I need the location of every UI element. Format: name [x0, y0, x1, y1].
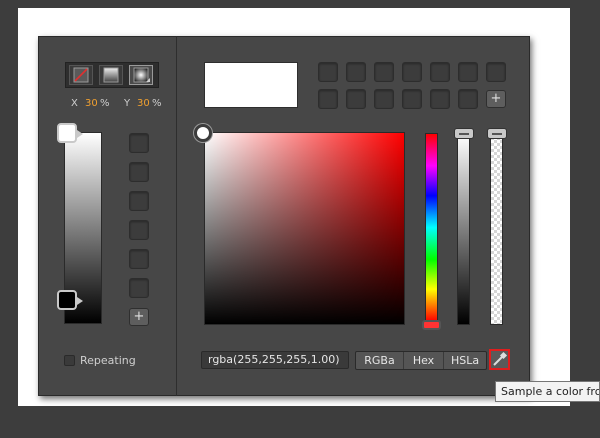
no-gradient-button[interactable] — [69, 65, 93, 85]
luminance-slider-handle[interactable] — [454, 128, 474, 139]
x-value[interactable]: 30 — [85, 98, 98, 109]
swatch-slot[interactable] — [430, 62, 450, 82]
y-unit: % — [152, 98, 162, 109]
swatch-slot[interactable] — [458, 89, 478, 109]
repeating-label: Repeating — [80, 354, 136, 367]
radial-gradient-icon — [133, 67, 150, 83]
add-swatch-button[interactable]: + — [486, 90, 506, 108]
mode-rgba-button[interactable]: RGBa — [356, 352, 404, 369]
swatch-slot[interactable] — [402, 89, 422, 109]
mode-hsla-button[interactable]: HSLa — [444, 352, 486, 369]
eyedropper-icon — [493, 351, 508, 366]
swatch-slot[interactable] — [458, 62, 478, 82]
y-label: Y — [124, 98, 131, 109]
plus-icon: + — [133, 309, 145, 324]
swatch-slot[interactable] — [430, 89, 450, 109]
gradient-type-group — [65, 62, 159, 88]
gradient-stop-start[interactable] — [57, 123, 83, 143]
hue-slider[interactable] — [425, 133, 438, 322]
color-value-input[interactable]: rgba(255,255,255,1.00) — [201, 351, 349, 369]
color-mode-switch: RGBa Hex HSLa — [355, 351, 487, 370]
swatch-slot[interactable] — [129, 133, 149, 153]
swatch-slot[interactable] — [374, 89, 394, 109]
swatch-slot[interactable] — [486, 62, 506, 82]
x-unit: % — [100, 98, 110, 109]
swatch-slot[interactable] — [129, 191, 149, 211]
swatch-slot[interactable] — [402, 62, 422, 82]
eyedropper-button[interactable] — [489, 349, 510, 370]
swatch-slot[interactable] — [374, 62, 394, 82]
alpha-slider-handle[interactable] — [487, 128, 507, 139]
linear-gradient-icon — [103, 67, 119, 83]
swatch-slot[interactable] — [318, 89, 338, 109]
swatch-slot[interactable] — [129, 249, 149, 269]
panel-divider — [176, 36, 177, 396]
y-value[interactable]: 30 — [137, 98, 150, 109]
sv-picker-knob[interactable] — [194, 124, 212, 142]
linear-gradient-button[interactable] — [99, 65, 123, 85]
saturation-value-field[interactable] — [204, 132, 405, 325]
luminance-slider[interactable] — [457, 133, 470, 325]
swatch-slot[interactable] — [129, 220, 149, 240]
add-stop-button[interactable]: + — [129, 308, 149, 326]
plus-icon: + — [490, 91, 502, 106]
repeating-checkbox[interactable] — [64, 355, 75, 366]
hue-slider-handle[interactable] — [422, 320, 441, 330]
swatch-slot[interactable] — [318, 62, 338, 82]
swatch-slot[interactable] — [129, 278, 149, 298]
alpha-slider[interactable] — [490, 133, 503, 325]
mode-hex-button[interactable]: Hex — [404, 352, 444, 369]
swatch-slot[interactable] — [129, 162, 149, 182]
color-preview — [204, 62, 298, 108]
gradient-stop-end[interactable] — [57, 290, 83, 310]
radial-gradient-button[interactable] — [129, 65, 153, 85]
eyedropper-tooltip: Sample a color from — [495, 381, 600, 402]
swatch-slot[interactable] — [346, 62, 366, 82]
swatch-slot[interactable] — [346, 89, 366, 109]
none-fill-icon — [73, 67, 89, 83]
x-label: X — [71, 98, 78, 109]
